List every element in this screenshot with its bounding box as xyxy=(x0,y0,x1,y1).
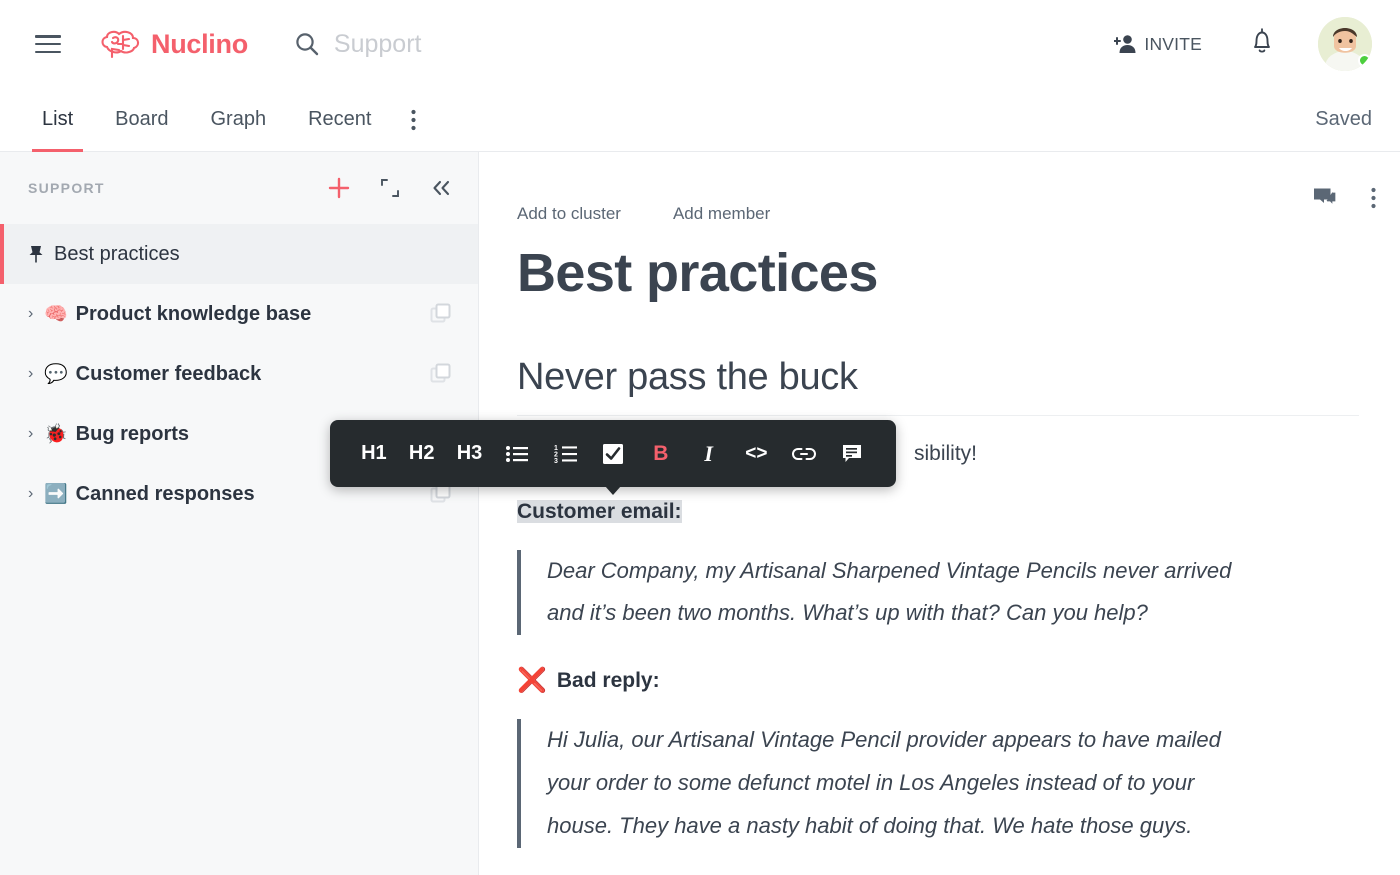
chevron-right-icon[interactable]: › xyxy=(28,425,44,443)
quote-line: Hi Julia, our Artisanal Vintage Pencil p… xyxy=(547,727,1221,753)
pin-icon xyxy=(28,244,48,264)
tab-recent[interactable]: Recent xyxy=(306,88,373,152)
document-pane: Add to cluster Add member Best practices xyxy=(479,152,1400,875)
add-item-button[interactable] xyxy=(328,177,350,199)
chevron-right-icon[interactable]: › xyxy=(28,365,44,383)
ladybug-emoji-icon: 🐞 xyxy=(44,423,68,445)
chevron-right-icon[interactable]: › xyxy=(28,305,44,323)
brain-logo-icon xyxy=(101,30,140,59)
add-member-button[interactable]: Add member xyxy=(673,204,770,224)
bad-reply-label: Bad reply: xyxy=(556,669,660,693)
quote-line: house. They have a nasty habit of doing … xyxy=(547,813,1193,839)
chevron-right-icon[interactable]: › xyxy=(28,485,44,503)
selected-text: Customer email: xyxy=(517,499,682,523)
section-heading[interactable]: Never pass the buck xyxy=(517,356,1360,399)
invite-button[interactable]: INVITE xyxy=(1114,33,1202,55)
sidebar-header: SUPPORT xyxy=(0,152,478,224)
bullet-list-icon[interactable] xyxy=(502,434,532,474)
top-header-bar: Nuclino Support INVITE xyxy=(0,0,1400,88)
expand-button[interactable] xyxy=(380,178,400,198)
tab-list[interactable]: List xyxy=(31,88,84,152)
document-action-links: Add to cluster Add member xyxy=(517,204,822,224)
sidebar-header-actions xyxy=(328,177,452,199)
duplicate-icon[interactable] xyxy=(430,363,452,385)
online-status-dot xyxy=(1358,54,1371,67)
app-window: Nuclino Support INVITE List Board Graph … xyxy=(0,0,1400,875)
nuclino-logo[interactable]: Nuclino xyxy=(99,27,248,61)
document-content: Best practices Never pass the buck sibil… xyxy=(517,242,1360,849)
text-format-toolbar: H1 H2 H3 1 2 3 B I <> xyxy=(330,420,896,495)
quote-line: Dear Company, my Artisanal Sharpened Vin… xyxy=(547,557,1232,583)
sidebar-item-label: Product knowledge base xyxy=(75,302,312,325)
svg-text:3: 3 xyxy=(554,458,558,463)
page-title[interactable]: Best practices xyxy=(517,242,1360,304)
save-status-label: Saved xyxy=(1315,108,1372,130)
brain-emoji-icon: 🧠 xyxy=(44,303,68,325)
quote-line: and it’s been two months. What’s up with… xyxy=(547,600,1148,626)
document-menu-icon[interactable] xyxy=(1371,187,1376,209)
add-to-cluster-button[interactable]: Add to cluster xyxy=(517,204,621,224)
sidebar-item-product-knowledge-base[interactable]: › 🧠 Product knowledge base xyxy=(0,284,478,344)
tab-graph[interactable]: Graph xyxy=(209,88,269,152)
add-person-icon xyxy=(1114,35,1136,53)
heading2-button[interactable]: H2 xyxy=(407,434,437,474)
sidebar-item-label: Customer feedback xyxy=(75,362,262,385)
user-avatar[interactable] xyxy=(1318,17,1372,71)
sidebar: SUPPORT Best practices › 🧠 Product knowl… xyxy=(0,152,479,875)
heading3-button[interactable]: H3 xyxy=(455,434,485,474)
quote-line: your order to some defunct motel in Los … xyxy=(547,770,1195,796)
sidebar-item-customer-feedback[interactable]: › 💬 Customer feedback xyxy=(0,344,478,404)
search-icon xyxy=(296,33,319,56)
brand-name: Nuclino xyxy=(151,28,248,59)
sidebar-item-label: Canned responses xyxy=(75,482,255,505)
customer-email-quote[interactable]: Dear Company, my Artisanal Sharpened Vin… xyxy=(517,549,1360,636)
tab-board[interactable]: Board xyxy=(113,88,170,152)
comment-icon[interactable] xyxy=(837,434,867,474)
collapse-sidebar-button[interactable] xyxy=(430,178,452,198)
speech-balloon-emoji-icon: 💬 xyxy=(44,363,68,385)
search-input[interactable]: Support xyxy=(294,29,422,59)
invite-label: INVITE xyxy=(1144,33,1202,54)
view-tabs-bar: List Board Graph Recent Saved xyxy=(0,88,1400,152)
numbered-list-icon[interactable]: 1 2 3 xyxy=(550,434,580,474)
link-icon[interactable] xyxy=(789,434,819,474)
sidebar-title: SUPPORT xyxy=(28,180,105,196)
search-placeholder: Support xyxy=(333,29,422,58)
sidebar-item-best-practices[interactable]: Best practices xyxy=(0,224,478,284)
code-button[interactable]: <> xyxy=(741,434,771,474)
sidebar-item-label: Best practices xyxy=(54,242,180,265)
heading1-button[interactable]: H1 xyxy=(359,434,389,474)
bold-button[interactable]: B xyxy=(646,434,676,474)
overflow-menu-icon[interactable] xyxy=(411,88,417,152)
cross-mark-icon: ❌ xyxy=(517,667,547,695)
notification-bell-icon[interactable] xyxy=(1250,28,1274,60)
checklist-icon[interactable] xyxy=(598,434,628,474)
heading-divider xyxy=(517,415,1359,417)
comments-icon[interactable] xyxy=(1313,187,1337,209)
header-right-actions: INVITE xyxy=(1114,0,1400,88)
bad-reply-quote[interactable]: Hi Julia, our Artisanal Vintage Pencil p… xyxy=(517,719,1360,849)
bad-reply-label-row[interactable]: ❌ Bad reply: xyxy=(517,669,1360,693)
hamburger-menu-icon[interactable] xyxy=(35,35,61,53)
duplicate-icon[interactable] xyxy=(430,303,452,325)
right-arrow-emoji-icon: ➡️ xyxy=(44,483,68,505)
italic-button[interactable]: I xyxy=(694,434,724,474)
document-toolbar-icons xyxy=(1313,187,1376,209)
sidebar-item-label: Bug reports xyxy=(75,422,190,445)
highlighted-selection-text[interactable]: Customer email: xyxy=(517,499,1360,524)
